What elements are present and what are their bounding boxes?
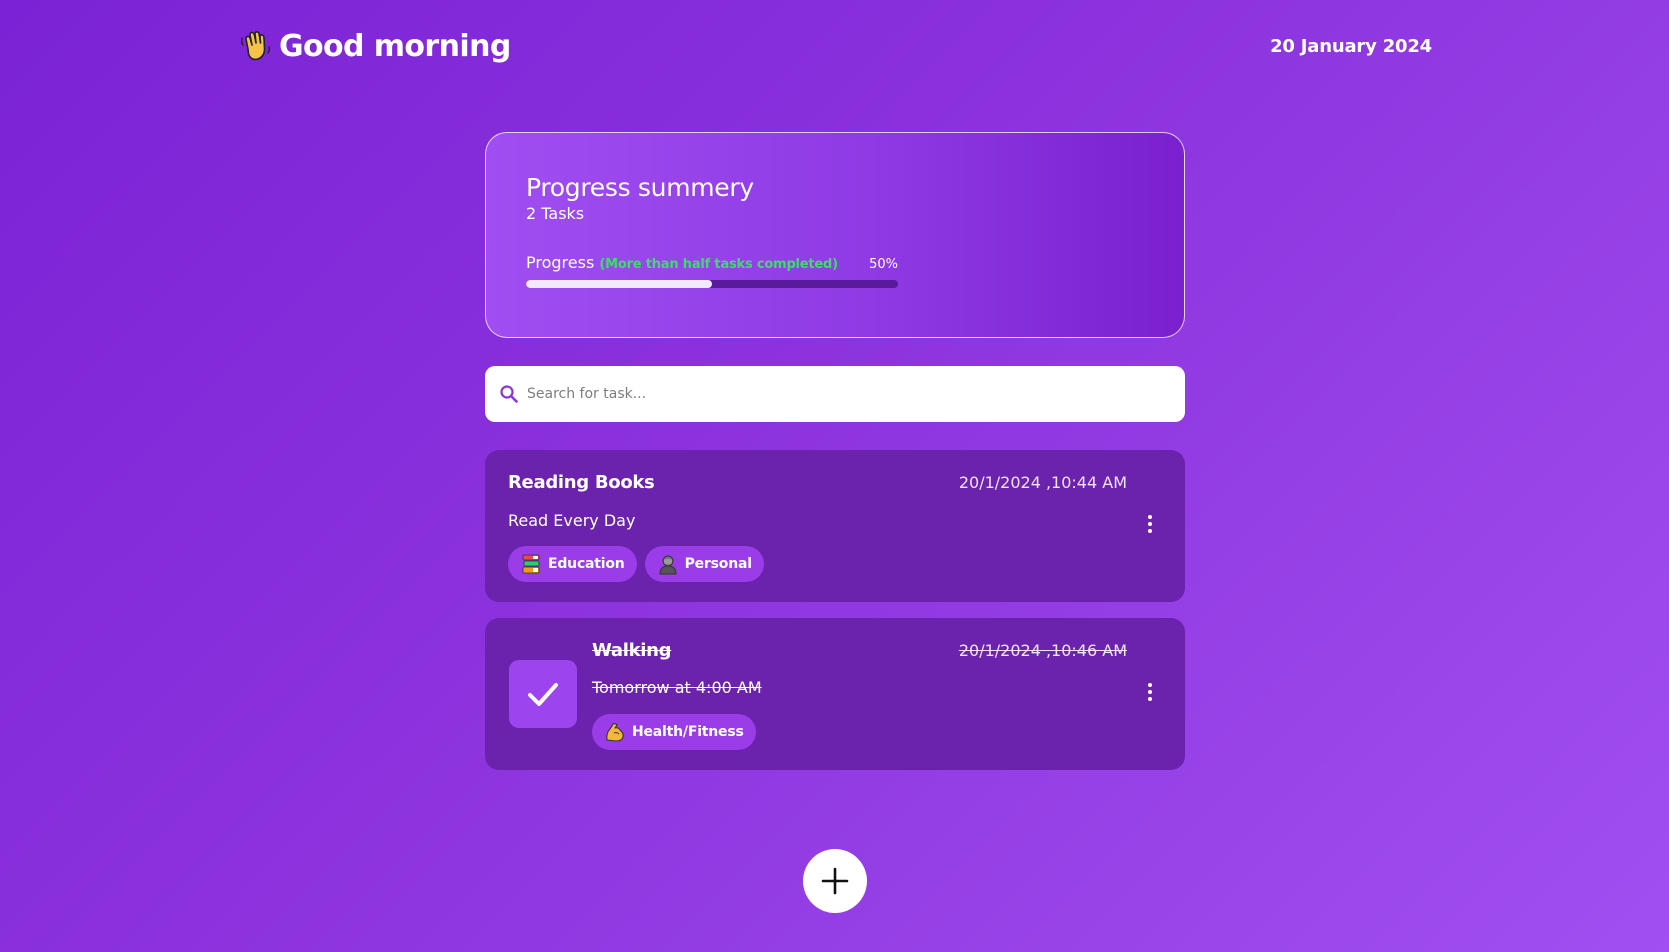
plus-icon bbox=[821, 867, 849, 895]
task-menu-button[interactable] bbox=[1143, 512, 1157, 536]
task-description: Read Every Day bbox=[508, 511, 636, 530]
category-chip-education: Education bbox=[508, 546, 637, 582]
dot-icon bbox=[1148, 515, 1152, 519]
category-chip-personal: Personal bbox=[644, 546, 764, 582]
dot-icon bbox=[1148, 690, 1152, 694]
category-label: Education bbox=[548, 556, 625, 572]
task-card-walking[interactable]: Walking 20/1/2024 ,10:46 AM Tomorrow at … bbox=[485, 618, 1185, 770]
category-chip-health-fitness: Health/Fitness bbox=[592, 714, 756, 750]
task-name: Reading Books bbox=[508, 472, 655, 493]
checkmark-icon bbox=[528, 683, 558, 706]
task-completed-checkbox[interactable] bbox=[509, 660, 577, 728]
task-timestamp: 20/1/2024 ,10:44 AM bbox=[958, 473, 1127, 492]
progress-label: Progress bbox=[526, 253, 595, 272]
progress-bar bbox=[526, 280, 898, 288]
greeting-title: Good morning bbox=[279, 28, 511, 64]
books-icon bbox=[522, 554, 540, 574]
search-icon bbox=[500, 385, 518, 403]
task-card-reading-books[interactable]: Reading Books 20/1/2024 ,10:44 AM Read E… bbox=[485, 450, 1185, 602]
dot-icon bbox=[1148, 683, 1152, 687]
progress-bar-fill bbox=[526, 280, 712, 288]
add-task-button[interactable] bbox=[803, 849, 867, 913]
waving-hand-icon bbox=[240, 31, 271, 61]
dot-icon bbox=[1148, 697, 1152, 701]
category-label: Health/Fitness bbox=[632, 724, 744, 740]
search-input[interactable] bbox=[527, 386, 1185, 402]
task-name: Walking bbox=[592, 640, 672, 661]
task-menu-button[interactable] bbox=[1143, 680, 1157, 704]
summary-title: Progress summery bbox=[526, 173, 754, 202]
progress-row: Progress (More than half tasks completed… bbox=[526, 253, 898, 272]
dot-icon bbox=[1148, 522, 1152, 526]
task-categories: Health/Fitness bbox=[592, 714, 756, 750]
progress-percent: 50% bbox=[869, 257, 898, 272]
current-date: 20 January 2024 bbox=[1270, 35, 1432, 57]
category-label: Personal bbox=[684, 556, 752, 572]
task-categories: Education Personal bbox=[508, 546, 764, 582]
search-bar[interactable] bbox=[485, 366, 1185, 422]
progress-hint: (More than half tasks completed) bbox=[599, 257, 838, 272]
task-count: 2 Tasks bbox=[526, 204, 585, 223]
task-timestamp: 20/1/2024 ,10:46 AM bbox=[958, 641, 1127, 660]
dot-icon bbox=[1148, 529, 1152, 533]
greeting: Good morning bbox=[239, 29, 511, 64]
person-icon bbox=[659, 555, 677, 575]
header: Good morning 20 January 2024 bbox=[239, 24, 1432, 68]
progress-summary-card: Progress summery 2 Tasks Progress (More … bbox=[485, 132, 1185, 338]
task-description: Tomorrow at 4:00 AM bbox=[592, 678, 762, 697]
flexed-biceps-icon bbox=[606, 723, 624, 742]
